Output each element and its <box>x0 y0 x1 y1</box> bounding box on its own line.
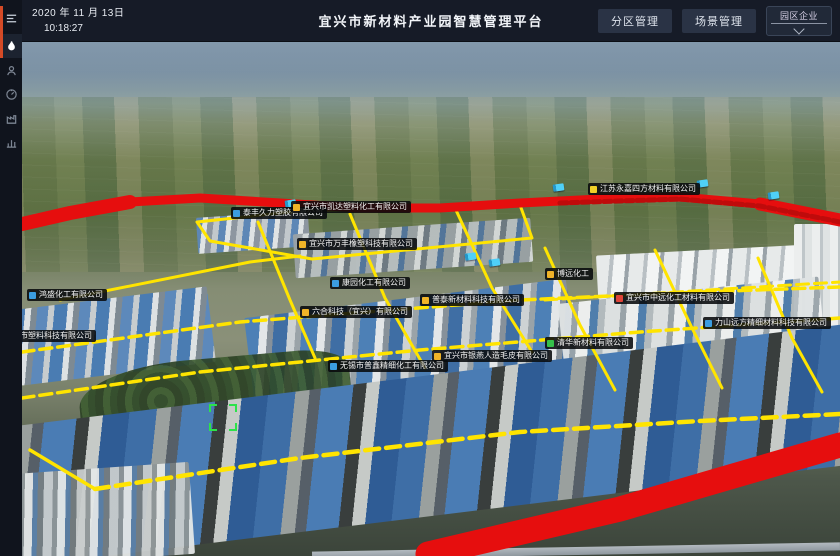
map-label[interactable]: 普泰新材料科技有限公司 <box>420 294 524 306</box>
map-label-text: 宜兴市中远化工材料有限公司 <box>626 292 730 304</box>
factory-marker-icon <box>422 297 429 304</box>
factory-marker-icon <box>330 363 337 370</box>
map-label[interactable]: 宜兴市万丰橡塑科技有限公司 <box>297 238 417 250</box>
map-label-text: 宜兴市万丰橡塑科技有限公司 <box>309 238 413 250</box>
map-label[interactable]: 六合科技（宜兴）有限公司 <box>300 306 412 318</box>
scene-management-button[interactable]: 场景管理 <box>682 9 756 33</box>
factory-marker-icon <box>293 204 300 211</box>
map-label[interactable]: 无锡市普鑫精细化工有限公司 <box>328 360 448 372</box>
map-label-text: 六合科技（宜兴）有限公司 <box>312 306 408 318</box>
selection-reticle <box>209 404 237 431</box>
factory-marker-icon <box>705 320 712 327</box>
map-label-text: 普泰新材料科技有限公司 <box>432 294 520 306</box>
factory-marker-icon <box>547 271 554 278</box>
map-label-text: 博远化工 <box>557 268 589 280</box>
factory-icon[interactable] <box>0 106 22 130</box>
map-label-text: 兴市塑料科技有限公司 <box>22 330 92 342</box>
map-label[interactable]: 力山远方精细材料科技有限公司 <box>703 317 831 329</box>
chevron-down-icon <box>793 23 804 34</box>
factory-marker-icon <box>434 353 441 360</box>
map-label[interactable]: 兴市塑料科技有限公司 <box>22 330 96 342</box>
sidebar-active-accent <box>0 6 3 58</box>
map-label-text: 无锡市普鑫精细化工有限公司 <box>340 360 444 372</box>
factory-marker-icon <box>233 210 240 217</box>
map-label-text: 江苏永嘉四方材料有限公司 <box>600 183 696 195</box>
app-window: 2020 年 11 月 13日 10:18:27 宜兴市新材料产业园智慧管理平台… <box>0 0 840 556</box>
map-label[interactable]: 宜兴市中远化工材料有限公司 <box>614 292 734 304</box>
map-label[interactable]: 康园化工有限公司 <box>330 277 410 289</box>
park-enterprise-dropdown[interactable]: 园区企业 <box>766 6 832 36</box>
map-label[interactable]: 宜兴市凯达塑料化工有限公司 <box>291 201 411 213</box>
alert-route-bottom <box>428 445 840 554</box>
dropdown-label: 园区企业 <box>780 9 818 22</box>
map-3d-view[interactable]: 泰丰久力塑胶有限公司宜兴市凯达塑料化工有限公司宜兴市万丰橡塑科技有限公司康园化工… <box>22 42 840 556</box>
map-label[interactable]: 博远化工 <box>545 268 593 280</box>
map-label-text: 宜兴市凯达塑料化工有限公司 <box>303 201 407 213</box>
map-label-text: 力山远方精细材料科技有限公司 <box>715 317 827 329</box>
user-icon[interactable] <box>0 58 22 82</box>
factory-marker-icon <box>29 292 36 299</box>
sidebar <box>0 0 22 556</box>
factory-marker-icon <box>302 309 309 316</box>
map-label[interactable]: 宜兴市银燕人造毛皮有限公司 <box>432 350 552 362</box>
top-bar: 2020 年 11 月 13日 10:18:27 宜兴市新材料产业园智慧管理平台… <box>22 0 840 42</box>
map-label[interactable]: 清华新材料有限公司 <box>545 337 633 349</box>
fire-icon[interactable] <box>0 34 22 58</box>
yellow-road-network <box>22 205 840 489</box>
zone-management-button[interactable]: 分区管理 <box>598 9 672 33</box>
factory-marker-icon <box>332 280 339 287</box>
factory-marker-icon <box>616 295 623 302</box>
bar-chart-icon[interactable] <box>0 130 22 154</box>
factory-marker-icon <box>590 186 597 193</box>
map-label-text: 清华新材料有限公司 <box>557 337 629 349</box>
map-label-text: 鸿盛化工有限公司 <box>39 289 103 301</box>
factory-marker-icon <box>299 241 306 248</box>
map-label[interactable]: 鸿盛化工有限公司 <box>27 289 107 301</box>
menu-icon[interactable] <box>0 6 22 30</box>
alert-route-top <box>22 197 840 224</box>
gauge-icon[interactable] <box>0 82 22 106</box>
map-label-text: 宜兴市银燕人造毛皮有限公司 <box>444 350 548 362</box>
factory-marker-icon <box>547 340 554 347</box>
map-label-text: 康园化工有限公司 <box>342 277 406 289</box>
map-label[interactable]: 江苏永嘉四方材料有限公司 <box>588 183 700 195</box>
